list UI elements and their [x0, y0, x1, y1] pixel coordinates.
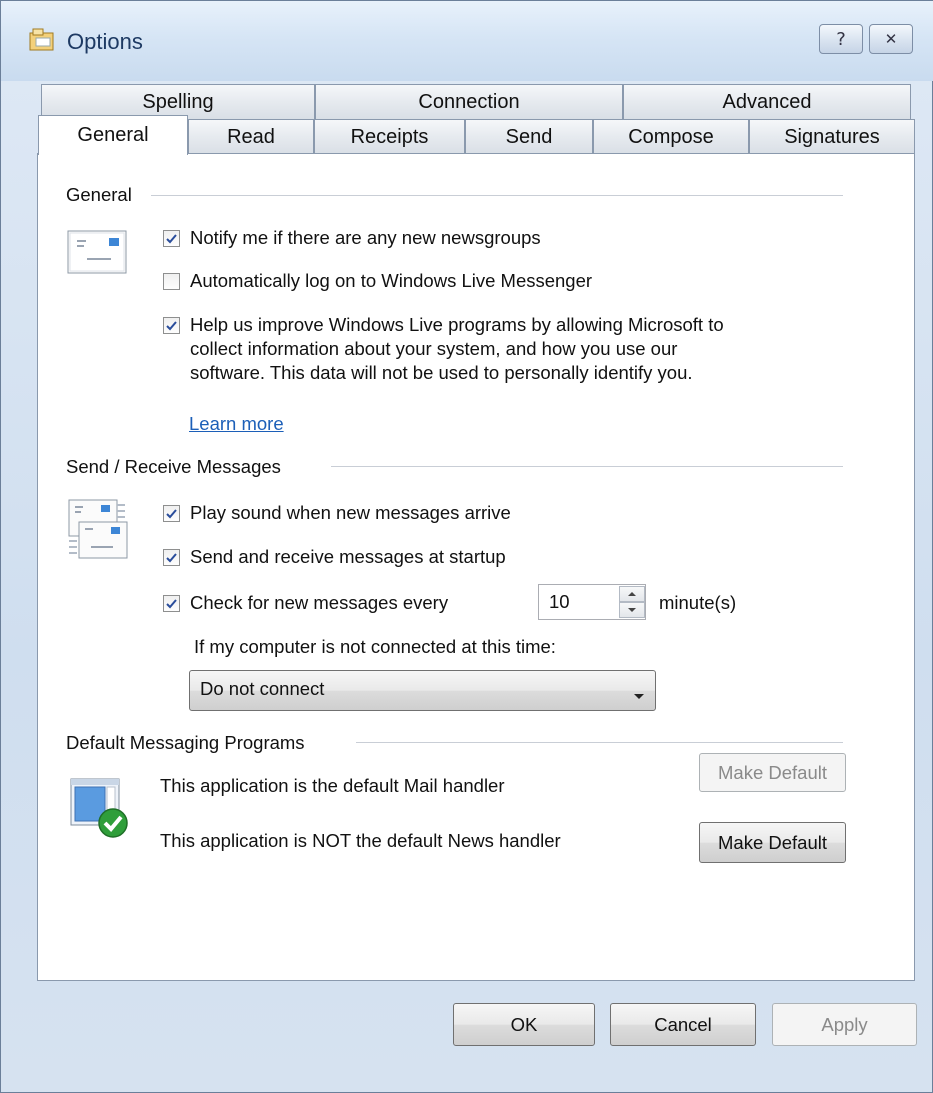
help-improve-line3: software. This data will not be used to …: [190, 362, 693, 383]
tab-label: Send: [505, 125, 553, 148]
general-heading: General: [66, 184, 140, 206]
tab-label: Receipts: [350, 125, 429, 148]
default-programs-heading: Default Messaging Programs: [66, 732, 313, 754]
title-bar: Options ? ✕: [1, 1, 933, 81]
checkmark-icon: [166, 509, 177, 519]
section-divider: [331, 466, 843, 467]
button-label: Make Default: [718, 761, 827, 783]
spin-down-button[interactable]: [619, 602, 645, 618]
tab-label: Spelling: [142, 90, 214, 113]
tab-connection[interactable]: Connection: [315, 84, 623, 119]
tab-compose[interactable]: Compose: [593, 119, 749, 154]
chevron-down-icon: [633, 687, 645, 705]
tab-signatures[interactable]: Signatures: [749, 119, 915, 154]
window-title: Options: [67, 29, 143, 54]
tab-spelling[interactable]: Spelling: [41, 84, 315, 119]
button-label: Cancel: [654, 1013, 712, 1035]
check-interval-input[interactable]: [539, 585, 617, 619]
tab-advanced[interactable]: Advanced: [623, 84, 911, 119]
mail-handler-text: This application is the default Mail han…: [160, 775, 505, 796]
close-button[interactable]: ✕: [869, 24, 913, 54]
tab-label: Read: [227, 125, 275, 148]
tab-general[interactable]: General: [38, 115, 188, 155]
send-receive-heading: Send / Receive Messages: [66, 456, 289, 478]
checkmark-icon: [166, 599, 177, 609]
news-handler-text: This application is NOT the default News…: [160, 830, 561, 851]
checkmark-icon: [166, 321, 177, 331]
not-connected-label: If my computer is not connected at this …: [194, 636, 556, 657]
help-button[interactable]: ?: [819, 24, 863, 54]
play-sound-checkbox[interactable]: [163, 505, 180, 522]
arrow-up-icon: [628, 592, 636, 596]
make-default-mail-button[interactable]: Make Default: [699, 753, 846, 792]
interval-unit-label: minute(s): [659, 592, 737, 613]
send-receive-startup-checkbox[interactable]: [163, 549, 180, 566]
tab-label: Advanced: [722, 90, 812, 113]
help-icon: ?: [836, 28, 846, 50]
dropdown-value: Do not connect: [200, 678, 325, 699]
tab-receipts[interactable]: Receipts: [314, 119, 465, 154]
help-improve-line2: collect information about your system, a…: [190, 338, 678, 359]
checkmark-icon: [166, 234, 177, 244]
tab-label: Connection: [418, 90, 520, 113]
send-receive-startup-label[interactable]: Send and receive messages at startup: [190, 544, 506, 570]
tab-label: Signatures: [784, 125, 880, 148]
learn-more-link[interactable]: Learn more: [189, 411, 284, 437]
notify-newsgroups-checkbox[interactable]: [163, 230, 180, 247]
section-divider: [356, 742, 843, 743]
not-connected-dropdown[interactable]: Do not connect: [189, 670, 656, 711]
help-improve-line1[interactable]: Help us improve Windows Live programs by…: [190, 312, 724, 338]
tab-read[interactable]: Read: [188, 119, 314, 154]
messages-icon: [67, 498, 129, 567]
tab-label: General: [77, 124, 149, 146]
default-program-check-icon: [69, 777, 133, 848]
spin-up-button[interactable]: [619, 586, 645, 602]
newsgroup-envelope-icon: [67, 230, 129, 281]
apply-button[interactable]: Apply: [772, 1003, 917, 1046]
play-sound-label[interactable]: Play sound when new messages arrive: [190, 500, 511, 526]
ok-button[interactable]: OK: [453, 1003, 595, 1046]
button-label: OK: [510, 1013, 538, 1035]
help-improve-checkbox[interactable]: [163, 317, 180, 334]
notify-newsgroups-label[interactable]: Notify me if there are any new newsgroup…: [190, 225, 541, 251]
tab-send[interactable]: Send: [465, 119, 593, 154]
check-every-label[interactable]: Check for new messages every: [190, 590, 448, 616]
cancel-button[interactable]: Cancel: [610, 1003, 756, 1046]
tab-label: Compose: [628, 125, 714, 148]
section-divider: [151, 195, 843, 196]
make-default-news-button[interactable]: Make Default: [699, 822, 846, 863]
options-dialog: Options ? ✕ Spelling Connection Advanced…: [0, 0, 933, 1093]
check-every-checkbox[interactable]: [163, 595, 180, 612]
auto-logon-checkbox[interactable]: [163, 273, 180, 290]
button-label: Apply: [821, 1013, 868, 1035]
arrow-down-icon: [628, 608, 636, 612]
auto-logon-label[interactable]: Automatically log on to Windows Live Mes…: [190, 268, 592, 294]
close-icon: ✕: [884, 30, 898, 48]
button-label: Make Default: [718, 831, 827, 853]
checkmark-icon: [166, 553, 177, 563]
options-app-icon: [27, 27, 57, 53]
check-interval-spinner: [538, 584, 646, 620]
